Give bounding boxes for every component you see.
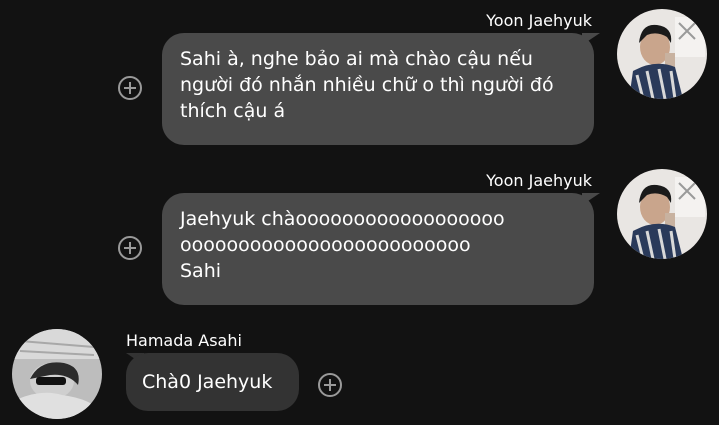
add-reaction-icon[interactable] — [118, 236, 142, 260]
message-text-line: Jaehyuk chàoooooooooooooooooo — [180, 208, 505, 230]
sender-name: Hamada Asahi — [126, 331, 242, 350]
add-reaction-icon[interactable] — [118, 76, 142, 100]
message-text-line: người đó nhắn nhiều chữ o thì người đó — [180, 74, 554, 96]
sender-name: Yoon Jaehyuk — [486, 11, 592, 30]
message-text-line: thích cậu á — [180, 100, 286, 122]
message-text-line: Chà0 Jaehyuk — [142, 371, 273, 393]
user-avatar-photo-icon — [617, 169, 707, 259]
message-bubble[interactable]: Jaehyuk chàoooooooooooooooooo oooooooooo… — [162, 193, 594, 305]
bubble-tail — [582, 33, 600, 45]
avatar[interactable] — [617, 169, 707, 259]
message-bubble[interactable]: Sahi à, nghe bảo ai mà chào cậu nếu ngườ… — [162, 33, 594, 145]
avatar[interactable] — [617, 9, 707, 99]
message-text-line: ooooooooooooooooooooooooo — [180, 234, 471, 256]
bubble-tail — [582, 193, 600, 205]
message-text-line: Sahi — [180, 260, 222, 282]
add-reaction-icon[interactable] — [318, 373, 342, 397]
user-avatar-photo-icon — [617, 9, 707, 99]
sender-name: Yoon Jaehyuk — [486, 171, 592, 190]
message-text-line: Sahi à, nghe bảo ai mà chào cậu nếu — [180, 48, 533, 70]
user-avatar-photo-icon — [12, 329, 102, 419]
avatar[interactable] — [12, 329, 102, 419]
message-bubble[interactable]: Chà0 Jaehyuk — [126, 353, 299, 411]
